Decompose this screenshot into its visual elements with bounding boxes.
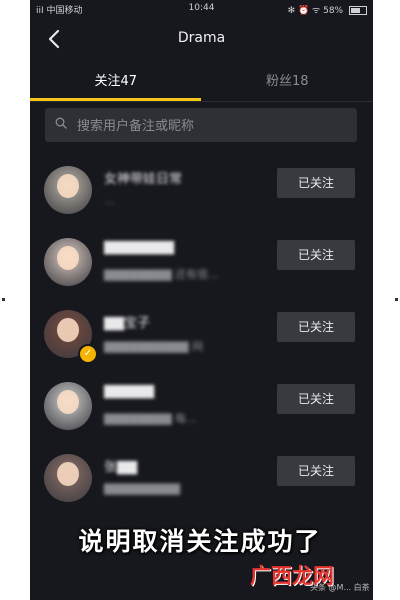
list-item[interactable]: ✓ ▇▇宝子 ▇▇▇▇▇▇▇▇▇▇ 网 已关注	[30, 302, 373, 374]
tab-fans[interactable]: 粉丝18	[202, 70, 374, 89]
edge-marker-right	[395, 298, 398, 301]
search-input[interactable]	[75, 108, 349, 144]
verified-badge-icon: ✓	[78, 344, 98, 364]
battery-icon	[349, 6, 367, 15]
nav-bar: Drama	[30, 18, 373, 60]
user-description: ▇▇▇▇▇▇▇▇ 每...	[104, 412, 197, 425]
search-icon	[55, 117, 67, 129]
avatar[interactable]	[44, 166, 92, 214]
user-name[interactable]: ▇▇▇▇▇▇▇	[104, 240, 174, 255]
status-icons-text: ✻ ⏰ ᯤ 58%	[287, 6, 344, 16]
status-icons: ✻ ⏰ ᯤ 58%	[288, 3, 367, 16]
user-description: ▇▇▇▇▇▇▇▇ 还有很...	[104, 268, 219, 281]
user-description: ▇▇▇▇▇▇▇▇▇	[104, 482, 181, 495]
avatar-face	[57, 246, 79, 270]
phone-screen: iiI 中国移动 10:44 ✻ ⏰ ᯤ 58% Drama 关注47 粉丝18…	[30, 0, 373, 600]
avatar[interactable]	[44, 238, 92, 286]
avatar[interactable]	[44, 382, 92, 430]
avatar-face	[57, 174, 79, 198]
followed-button[interactable]: 已关注	[277, 384, 355, 414]
watermark-source: 头条 @M... 白茶	[310, 583, 370, 592]
tab-following[interactable]: 关注47	[30, 70, 202, 89]
list-item[interactable]: 张▇▇ ▇▇▇▇▇▇▇▇▇ 已关注	[30, 446, 373, 518]
search-box[interactable]	[45, 108, 357, 144]
user-description: ▇▇▇▇▇▇▇▇▇▇ 网	[104, 340, 204, 353]
list-item[interactable]: ▇▇▇▇▇▇▇ ▇▇▇▇▇▇▇▇ 还有很... 已关注	[30, 230, 373, 302]
avatar[interactable]	[44, 454, 92, 502]
followed-button[interactable]: 已关注	[277, 168, 355, 198]
user-name[interactable]: ▇▇宝子	[104, 312, 150, 331]
list-item[interactable]: ▇▇▇▇▇ ▇▇▇▇▇▇▇▇ 每... 已关注	[30, 374, 373, 446]
tab-bar: 关注47 粉丝18	[30, 62, 373, 102]
page-title: Drama	[177, 30, 226, 46]
tab-divider	[30, 101, 373, 102]
user-name[interactable]: 张▇▇	[104, 456, 137, 475]
avatar-face	[57, 390, 79, 414]
followed-button[interactable]: 已关注	[277, 456, 355, 486]
followed-button[interactable]: 已关注	[277, 312, 355, 342]
user-description: ...	[104, 194, 115, 207]
caption-overlay: 说明取消关注成功了	[78, 527, 322, 556]
avatar-face	[57, 462, 79, 486]
user-name[interactable]: ▇▇▇▇▇	[104, 384, 154, 399]
list-item[interactable]: 女神带娃日常... 已关注	[30, 158, 373, 230]
status-bar: iiI 中国移动 10:44 ✻ ⏰ ᯤ 58%	[30, 0, 373, 18]
edge-marker-left	[2, 298, 5, 301]
avatar-face	[57, 318, 79, 342]
user-name[interactable]: 女神带娃日常	[104, 168, 182, 187]
followed-button[interactable]: 已关注	[277, 240, 355, 270]
